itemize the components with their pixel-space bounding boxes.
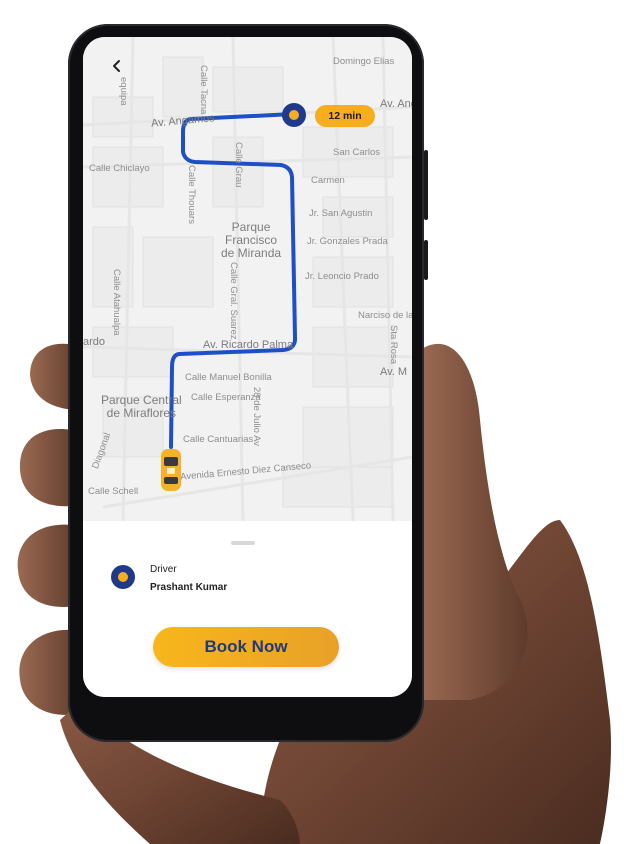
street-label: Av. Ang	[380, 98, 412, 110]
street-label: Carmen	[311, 175, 345, 186]
street-label: ardo	[83, 336, 106, 348]
chevron-left-icon	[113, 60, 120, 72]
map-view[interactable]: Domingo Elias Calle Tacna equipa Av. Ang…	[83, 37, 412, 521]
park-label-line: de Miraflores	[106, 406, 177, 421]
bottom-sheet: Driver Prashant Kumar Book Now	[83, 521, 412, 697]
location-pin-icon	[282, 103, 306, 127]
avatar-dot	[118, 572, 128, 582]
street-label: equipa	[118, 77, 129, 106]
street-label: Calle Tacna	[198, 65, 209, 115]
phone-power-button	[424, 150, 428, 220]
street-label: Calle Schell	[88, 486, 139, 497]
street-label: Calle Atahualpa	[111, 269, 122, 336]
eta-badge: 12 min	[315, 105, 375, 127]
street-label: Calle Gral. Suarez	[228, 262, 239, 340]
street-label: Calle Thouars	[186, 165, 197, 224]
street-label: San Carlos	[333, 147, 380, 158]
street-label: Domingo Elias	[333, 56, 395, 67]
book-now-button[interactable]: Book Now	[153, 627, 339, 667]
street-label: Jr. San Agustin	[309, 208, 373, 219]
street-label: Av. M	[380, 366, 408, 378]
street-label: Jr. Leoncio Prado	[305, 271, 379, 282]
street-label: Calle Manuel Bonilla	[185, 372, 272, 383]
driver-role-label: Driver	[150, 564, 177, 575]
street-label: Sta Rosa	[388, 325, 399, 365]
street-label: Jr. Gonzales Prada	[307, 236, 388, 247]
driver-name: Prashant Kumar	[150, 582, 228, 593]
app-screen: Domingo Elias Calle Tacna equipa Av. Ang…	[83, 37, 412, 697]
street-label: Calle Chiclayo	[89, 163, 150, 174]
park-label: Parque Francisco de Miranda	[221, 220, 282, 261]
phone-volume-button	[424, 240, 428, 280]
street-label: Narciso de la C	[358, 310, 412, 321]
back-button[interactable]	[111, 59, 133, 81]
street-label: Calle Cantuarias	[183, 434, 254, 445]
sheet-drag-handle[interactable]	[231, 541, 255, 545]
park-label-line: de Miranda	[221, 246, 282, 261]
taxi-car-icon	[161, 449, 181, 491]
street-label: Calle Grau	[233, 142, 244, 188]
driver-avatar-icon	[111, 565, 135, 589]
park-label: Parque Central de Miraflores	[101, 393, 182, 421]
street-label: Av. Ricardo Palma	[203, 339, 294, 351]
